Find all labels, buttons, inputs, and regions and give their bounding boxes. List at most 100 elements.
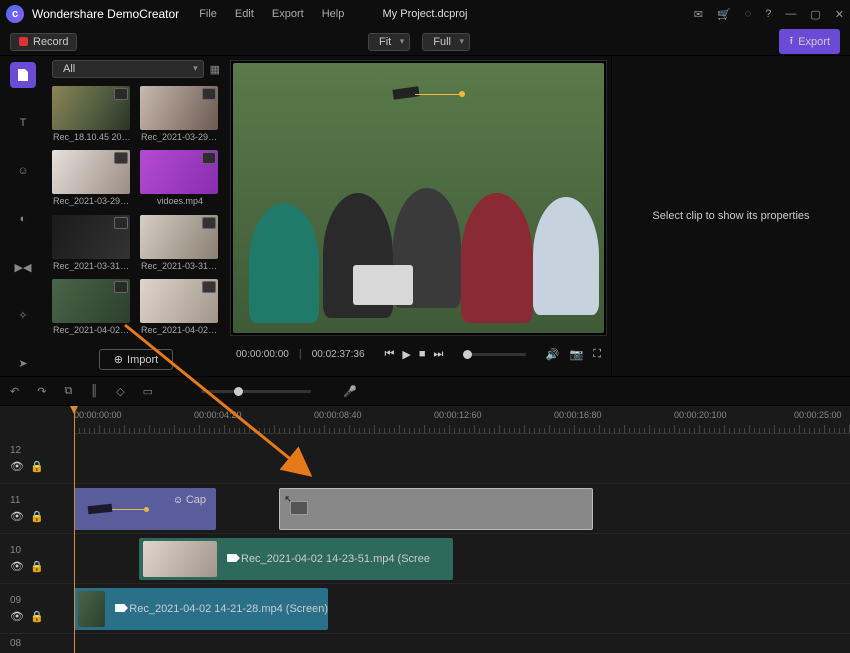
stop-icon[interactable]: ■ — [419, 348, 426, 361]
preview-column: 00:00:00:00 | 00:02:37:36 ⏮ ▶ ■ ⏭ 🔊 📷 ⛶ — [226, 56, 611, 376]
tab-effects[interactable]: ✧ — [10, 302, 36, 328]
speed-icon[interactable]: ▭ — [143, 385, 153, 398]
tracks-container: 12 👁🔒 11 👁🔒 ☺ Cap ↖ — [0, 434, 850, 653]
side-tab-strip: T ☺ ◐ ▶◀ ✧ ➤ — [0, 56, 46, 376]
timeline-zoom-slider[interactable] — [201, 390, 311, 393]
ruler-tick: 00:00:25:00 — [794, 410, 842, 420]
media-thumb[interactable]: Rec_18.10.45 2021... — [52, 86, 132, 146]
app-name: Wondershare DemoCreator — [32, 7, 179, 21]
clip-label: Cap — [186, 494, 206, 506]
tab-text[interactable]: T — [10, 110, 36, 136]
visibility-icon[interactable]: 👁 — [10, 510, 24, 523]
visibility-icon[interactable]: 👁 — [10, 560, 24, 573]
clip-cap[interactable]: ☺ Cap — [74, 488, 216, 530]
clip-video-bot[interactable]: Rec_2021-04-02 14-21-28.mp4 (Screen) — [74, 588, 328, 630]
clip-drop-target[interactable]: ↖ — [279, 488, 593, 530]
menu-edit[interactable]: Edit — [235, 8, 254, 20]
track-row: 11 👁 🔒 ☺ Cap ↖ — [0, 484, 850, 534]
track-header: 12 👁🔒 — [0, 434, 74, 483]
cap-annotation — [393, 78, 433, 108]
timeline-tool-strip: ↶ ↷ ⧉ ║ ◇ ▭ 🎤 — [0, 376, 850, 406]
export-button[interactable]: ⭱ Export — [779, 29, 840, 54]
lock-icon[interactable]: 🔒 — [30, 510, 44, 523]
menu-file[interactable]: File — [199, 8, 217, 20]
volume-icon[interactable]: 🔊 — [546, 348, 560, 361]
record-button[interactable]: Record — [10, 33, 77, 51]
cart-icon[interactable]: 🛒 — [717, 8, 731, 21]
media-thumb[interactable]: Rec_2021-03-31 16... — [140, 215, 220, 275]
media-thumb[interactable]: Rec_2021-03-29 09... — [52, 150, 132, 210]
timeline: 00:00:00:00 00:00:04:20 00:00:08:40 00:0… — [0, 406, 850, 653]
track-number: 09 — [10, 595, 74, 606]
media-thumb[interactable]: Rec_2021-03-31 14... — [52, 215, 132, 275]
tab-sticker[interactable]: ☺ — [10, 158, 36, 184]
track-row: 09 👁 🔒 Rec_2021-04-02 14-21-28.mp4 (Scree… — [0, 584, 850, 634]
clip-label: Rec_2021-04-02 14-21-28.mp4 (Screen) — [129, 603, 328, 615]
time-sep: | — [299, 348, 302, 360]
grid-view-icon[interactable]: ▦ — [210, 63, 220, 76]
media-thumb[interactable]: vidoes.mp4 — [140, 150, 220, 210]
video-icon — [227, 554, 237, 562]
lock-icon[interactable]: 🔒 — [30, 560, 44, 573]
redo-icon[interactable]: ↷ — [37, 385, 46, 398]
play-icon[interactable]: ▶ — [402, 348, 410, 361]
menu-help[interactable]: Help — [322, 8, 345, 20]
app-logo: c — [6, 5, 24, 23]
ruler-tick: 00:00:04:20 — [194, 410, 242, 420]
video-viewer[interactable] — [230, 60, 607, 336]
tab-cursor[interactable]: ➤ — [10, 350, 36, 376]
track-number: 10 — [10, 545, 74, 556]
next-frame-icon[interactable]: ⏭ — [434, 348, 444, 361]
time-ruler[interactable]: 00:00:00:00 00:00:04:20 00:00:08:40 00:0… — [74, 406, 850, 434]
ruler-tick: 00:00:12:60 — [434, 410, 482, 420]
minimize-icon[interactable]: — — [785, 8, 796, 21]
video-frame — [233, 63, 604, 333]
maximize-icon[interactable]: ▢ — [810, 8, 820, 21]
media-filter-select[interactable]: All — [52, 60, 204, 78]
playhead[interactable] — [74, 406, 75, 653]
properties-placeholder: Select clip to show its properties — [652, 210, 809, 222]
import-button[interactable]: ⊕ Import — [99, 349, 173, 370]
full-select[interactable]: Full — [422, 33, 470, 51]
undo-icon[interactable]: ↶ — [10, 385, 19, 398]
ruler-tick: 00:00:20:100 — [674, 410, 727, 420]
mail-icon[interactable]: ✉ — [694, 8, 703, 21]
help-icon[interactable]: ? — [765, 8, 771, 21]
tab-transition[interactable]: ▶◀ — [10, 254, 36, 280]
transport-bar: 00:00:00:00 | 00:02:37:36 ⏮ ▶ ■ ⏭ 🔊 📷 ⛶ — [230, 336, 607, 372]
user-icon[interactable]: ◌ — [745, 8, 752, 21]
preview-scrubber[interactable] — [463, 353, 525, 356]
visibility-icon[interactable]: 👁 — [10, 460, 24, 473]
fit-select[interactable]: Fit — [368, 33, 410, 51]
project-title: My Project.dcproj — [383, 8, 468, 20]
tab-globe[interactable]: ◐ — [10, 206, 36, 232]
lock-icon[interactable]: 🔒 — [30, 610, 44, 623]
track-number: 08 — [10, 638, 74, 649]
marker-icon[interactable]: ◇ — [116, 385, 124, 398]
preview-area: 00:00:00:00 | 00:02:37:36 ⏮ ▶ ■ ⏭ 🔊 📷 ⛶ … — [226, 56, 850, 376]
tab-media[interactable] — [10, 62, 36, 88]
clip-video-mid[interactable]: Rec_2021-04-02 14-23-51.mp4 (Scree — [139, 538, 453, 580]
track-number: 11 — [10, 495, 74, 506]
close-icon[interactable]: ✕ — [835, 8, 844, 21]
menu-export[interactable]: Export — [272, 8, 304, 20]
mic-icon[interactable]: 🎤 — [343, 385, 357, 398]
media-thumb[interactable]: Rec_2021-04-02 14... — [52, 279, 132, 339]
title-bar: c Wondershare DemoCreator File Edit Expo… — [0, 0, 850, 28]
track-row: 10 👁 🔒 Rec_2021-04-02 14-23-51.mp4 (Scree — [0, 534, 850, 584]
crop-icon[interactable]: ⧉ — [64, 385, 72, 398]
record-dot-icon — [19, 37, 28, 46]
export-label: Export — [798, 36, 830, 48]
media-thumb[interactable]: Rec_2021-04-02 14... — [140, 279, 220, 339]
track-header: 10 👁 🔒 — [0, 534, 74, 583]
snapshot-icon[interactable]: 📷 — [570, 348, 584, 361]
media-panel: All ▦ Rec_18.10.45 2021... Rec_2021-03-2… — [46, 56, 226, 376]
split-icon[interactable]: ║ — [90, 385, 98, 397]
prev-frame-icon[interactable]: ⏮ — [385, 348, 395, 361]
media-thumb[interactable]: Rec_2021-03-29 09... — [140, 86, 220, 146]
lock-icon[interactable]: 🔒 — [30, 460, 44, 473]
visibility-icon[interactable]: 👁 — [10, 610, 24, 623]
time-total: 00:02:37:36 — [312, 349, 365, 360]
fullscreen-icon[interactable]: ⛶ — [593, 348, 601, 361]
video-icon — [115, 604, 125, 612]
